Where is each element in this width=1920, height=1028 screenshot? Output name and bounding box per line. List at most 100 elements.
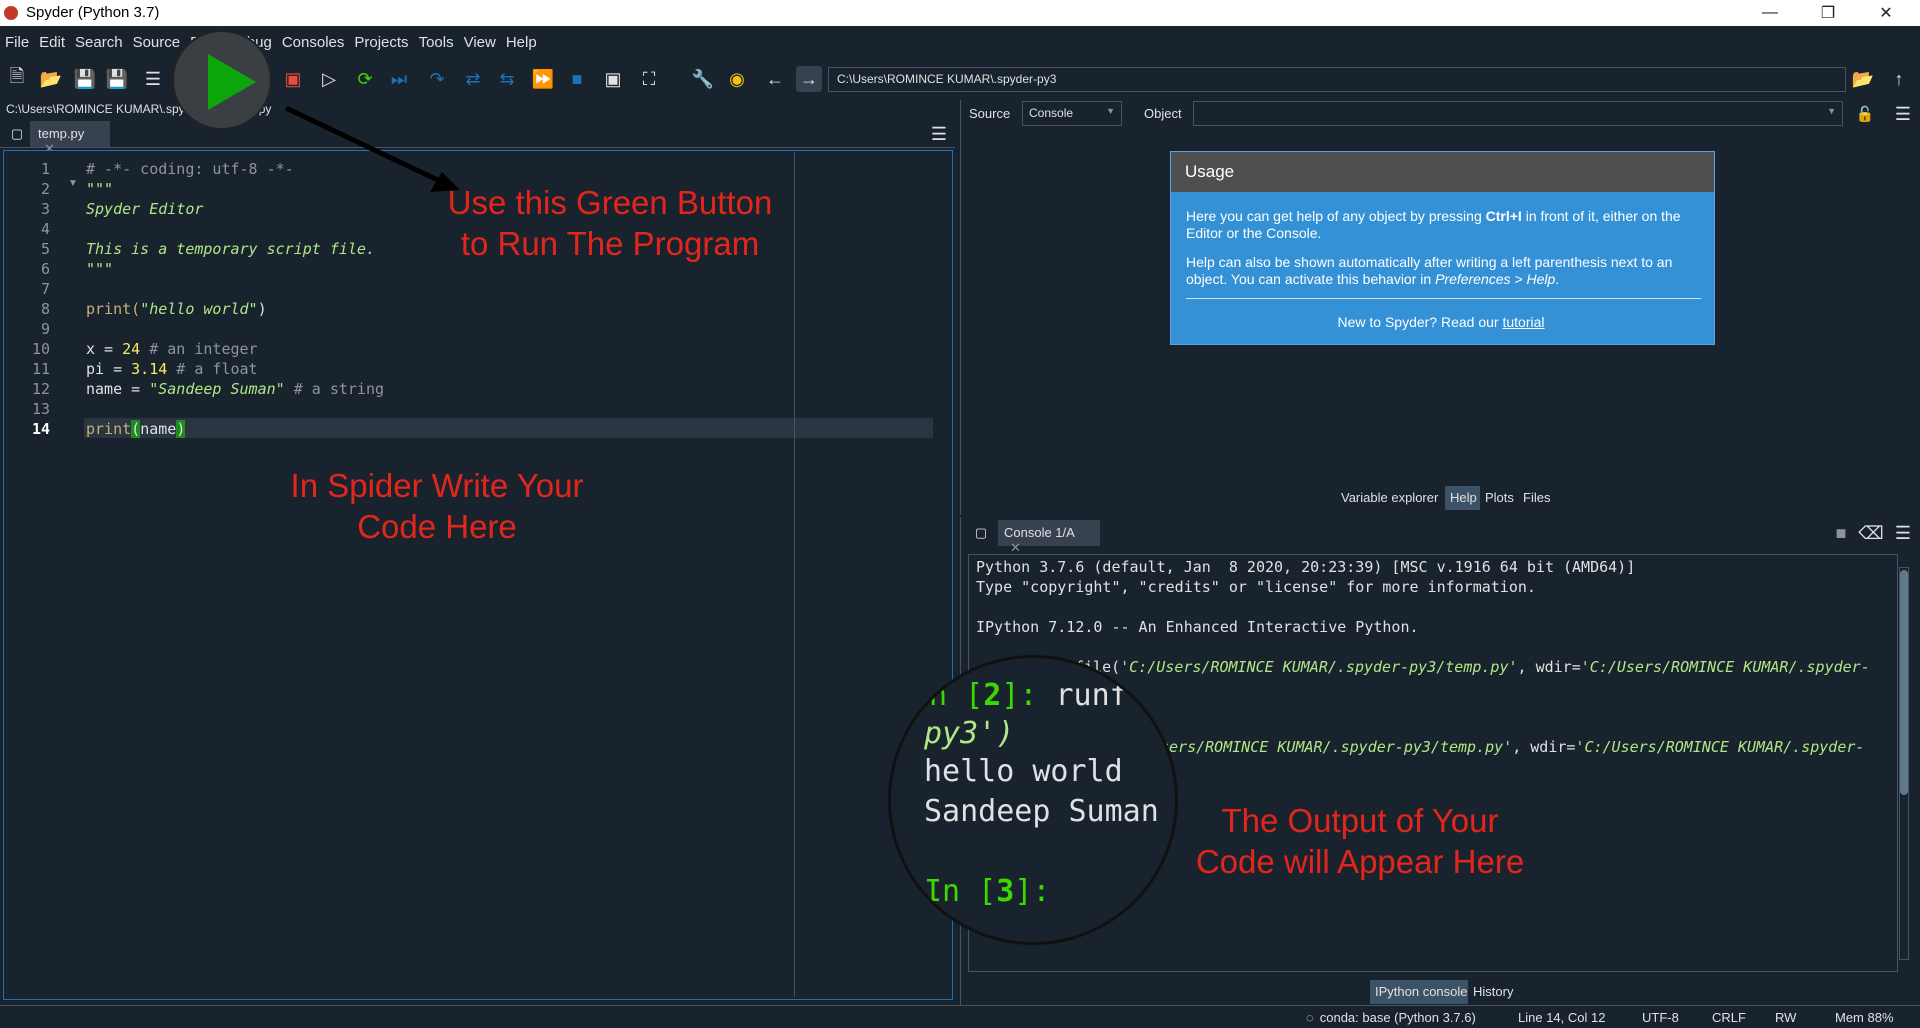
forward-arrow-icon[interactable]: → xyxy=(796,66,822,92)
line-number: 11 xyxy=(31,360,50,378)
line-number: 7 xyxy=(40,280,50,298)
run-cell-icon[interactable]: ▣ xyxy=(280,66,306,92)
line-number: 8 xyxy=(40,300,50,318)
tab-plots[interactable]: Plots xyxy=(1480,486,1519,510)
working-directory-input[interactable]: C:\Users\ROMINCE KUMAR\.spyder-py3 xyxy=(828,67,1846,92)
code-line: name = "Sandeep Suman" # a string xyxy=(86,380,385,398)
encoding-status: UTF-8 xyxy=(1642,1010,1679,1025)
lock-icon[interactable]: 🔓 xyxy=(1852,101,1878,127)
chevron-down-icon: ▼ xyxy=(1106,106,1115,116)
code-line-current: print(name) xyxy=(86,420,186,438)
step-into-icon[interactable]: ⇄ xyxy=(460,66,486,92)
fullscreen-icon[interactable]: ⛶ xyxy=(636,66,662,92)
spyder-app-icon xyxy=(4,6,18,20)
restore-button[interactable]: ❐ xyxy=(1800,0,1856,26)
code-line: This is a temporary script file. xyxy=(86,240,375,258)
fold-indicator-icon[interactable]: ▼ xyxy=(68,178,78,189)
annotation-output: The Output of Your Code will Appear Here xyxy=(1195,802,1525,880)
cursor-position: Line 14, Col 12 xyxy=(1518,1010,1606,1025)
code-line: """ xyxy=(86,260,114,278)
console-options-menu-icon[interactable]: ☰ xyxy=(1890,520,1916,546)
help-object-input[interactable]: ▼ xyxy=(1193,101,1843,126)
tab-history[interactable]: History xyxy=(1468,980,1519,1004)
editor-tab-label: temp.py xyxy=(38,126,85,141)
maximize-pane-icon[interactable]: ▣ xyxy=(600,66,626,92)
step-return-icon[interactable]: ⇆ xyxy=(494,66,520,92)
help-options-menu-icon[interactable]: ☰ xyxy=(1890,101,1916,127)
step-icon[interactable]: ↷ xyxy=(424,66,450,92)
code-editor[interactable] xyxy=(3,150,953,1000)
menu-projects[interactable]: Projects xyxy=(349,34,413,51)
menu-bar: File Edit Search Source Run Debug Consol… xyxy=(0,26,1920,58)
code-line: """ xyxy=(86,180,114,198)
magnified-prompt: In [2]: runf xyxy=(911,678,1128,713)
menu-file[interactable]: File xyxy=(0,34,34,51)
python-path-icon[interactable]: ◉ xyxy=(724,66,750,92)
editor-tab-temp[interactable]: temp.py ✕ xyxy=(30,121,110,156)
line-number: 10 xyxy=(31,340,50,358)
stop-debug-icon[interactable]: ■ xyxy=(564,66,590,92)
conda-status: ◌ conda: base (Python 3.7.6) xyxy=(1306,1010,1476,1025)
menu-consoles[interactable]: Consoles xyxy=(277,34,350,51)
tab-ipython-console[interactable]: IPython console xyxy=(1370,980,1473,1004)
rerun-icon[interactable]: ⟳ xyxy=(352,66,378,92)
tab-help[interactable]: Help xyxy=(1445,486,1482,510)
save-file-icon[interactable]: 💾 xyxy=(72,66,98,92)
edge-line xyxy=(794,152,795,997)
status-bar: ◌ conda: base (Python 3.7.6) Line 14, Col… xyxy=(0,1005,1920,1028)
console-scrollbar-thumb[interactable] xyxy=(1900,570,1908,795)
back-arrow-icon[interactable]: ← xyxy=(762,66,788,92)
console-line: Python 3.7.6 (default, Jan 8 2020, 20:23… xyxy=(976,558,1636,576)
line-number: 6 xyxy=(40,260,50,278)
browse-tabs-icon[interactable]: ▢ xyxy=(4,121,30,147)
minimize-button[interactable]: — xyxy=(1742,0,1798,26)
rw-status: RW xyxy=(1775,1010,1797,1025)
help-source-select[interactable]: Console ▼ xyxy=(1022,101,1122,126)
usage-divider xyxy=(1186,298,1701,299)
run-play-icon xyxy=(208,54,256,110)
console-tab-label: Console 1/A xyxy=(1004,525,1075,540)
menu-tools[interactable]: Tools xyxy=(414,34,459,51)
editor-options-menu-icon[interactable]: ☰ xyxy=(926,121,952,147)
magnified-output-name: Sandeep Suman xyxy=(924,794,1159,829)
save-all-icon[interactable]: 💾 xyxy=(104,66,130,92)
console-line: Type "copyright", "credits" or "license"… xyxy=(976,578,1536,596)
help-object-label: Object xyxy=(1144,106,1182,121)
clear-console-eraser-icon[interactable]: ⌫ xyxy=(1858,520,1884,546)
editor-tab-bar xyxy=(0,120,955,148)
line-number: 5 xyxy=(40,240,50,258)
run-button-highlight[interactable] xyxy=(172,30,272,130)
tab-files[interactable]: Files xyxy=(1518,486,1556,510)
console-tab[interactable]: Console 1/A ✕ xyxy=(998,520,1100,555)
tutorial-link[interactable]: tutorial xyxy=(1502,314,1544,330)
code-line: x = 24 # an integer xyxy=(86,340,258,358)
debug-icon[interactable]: ⏭ xyxy=(386,66,412,92)
menu-help[interactable]: Help xyxy=(501,34,542,51)
line-number: 9 xyxy=(40,320,50,338)
usage-text-1: Here you can get help of any object by p… xyxy=(1186,208,1681,241)
menu-search[interactable]: Search xyxy=(70,34,128,51)
code-line: pi = 3.14 # a float xyxy=(86,360,258,378)
output-magnifier: In [2]: runf py3') hello world Sandeep S… xyxy=(888,655,1178,945)
parent-directory-icon[interactable]: ↑ xyxy=(1886,66,1912,92)
annotation-run-button: Use this Green Button to Run The Program xyxy=(447,184,773,262)
usage-panel: Usage Here you can get help of any objec… xyxy=(1170,151,1715,345)
current-line-highlight xyxy=(84,418,933,438)
run-cell-advance-icon[interactable]: ▷ xyxy=(316,66,342,92)
list-icon[interactable]: ☰ xyxy=(140,66,166,92)
browse-console-tabs-icon[interactable]: ▢ xyxy=(968,520,994,546)
open-file-icon[interactable]: 📂 xyxy=(38,66,64,92)
tab-variable-explorer[interactable]: Variable explorer xyxy=(1336,486,1444,510)
continue-icon[interactable]: ⏩ xyxy=(530,66,556,92)
new-file-icon[interactable]: 🗎 xyxy=(4,66,30,92)
menu-view[interactable]: View xyxy=(459,34,501,51)
line-number: 3 xyxy=(40,200,50,218)
annotation-editor: In Spider Write Your Code Here xyxy=(290,467,584,545)
preferences-wrench-icon[interactable]: 🔧 xyxy=(690,66,716,92)
stop-kernel-icon[interactable]: ■ xyxy=(1828,520,1854,546)
menu-edit[interactable]: Edit xyxy=(34,34,70,51)
tab-close-icon[interactable]: ✕ xyxy=(1010,540,1021,555)
conda-icon: ◌ xyxy=(1306,1010,1314,1025)
browse-folder-icon[interactable]: 📂 xyxy=(1850,66,1876,92)
close-button[interactable]: ✕ xyxy=(1858,0,1914,26)
